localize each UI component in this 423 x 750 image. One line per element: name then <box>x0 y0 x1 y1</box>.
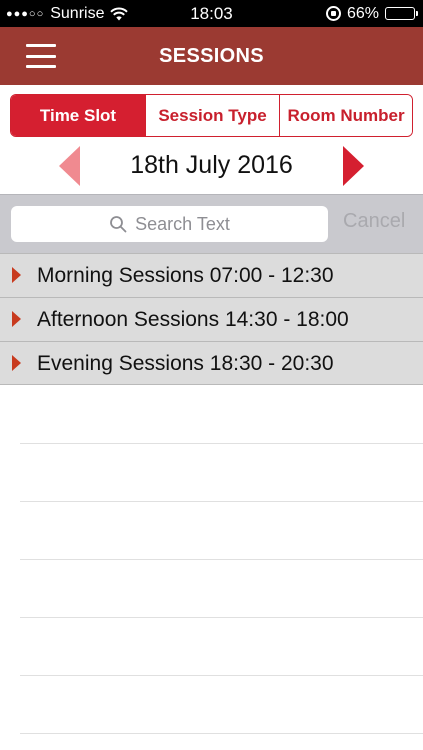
hamburger-menu-icon[interactable] <box>26 44 56 68</box>
empty-list-area <box>0 386 423 750</box>
session-row-afternoon[interactable]: Afternoon Sessions 14:30 - 18:00 <box>0 297 423 341</box>
row-divider <box>20 559 423 560</box>
row-divider <box>20 617 423 618</box>
expand-arrow-icon <box>12 267 21 283</box>
page-title: SESSIONS <box>159 44 264 67</box>
battery-percent: 66% <box>346 4 379 22</box>
menu-line <box>26 54 56 58</box>
date-selector: 18th July 2016 <box>0 143 423 189</box>
expand-arrow-icon <box>12 311 21 327</box>
status-right: 66% <box>325 0 418 27</box>
search-input[interactable]: Search Text <box>11 206 328 242</box>
row-divider <box>20 443 423 444</box>
navigation-bar: SESSIONS <box>0 27 423 85</box>
row-divider <box>20 675 423 676</box>
status-bar: ●●●○○ Sunrise 18:03 66% <box>0 0 423 27</box>
segment-time-slot[interactable]: Time Slot <box>11 95 145 136</box>
battery-icon <box>385 7 418 20</box>
filter-segmented-control: Time Slot Session Type Room Number <box>10 94 413 137</box>
next-date-arrow-icon[interactable] <box>343 146 364 186</box>
session-row-morning[interactable]: Morning Sessions 07:00 - 12:30 <box>0 253 423 297</box>
expand-arrow-icon <box>12 355 21 371</box>
menu-line <box>26 44 56 47</box>
session-list: Morning Sessions 07:00 - 12:30 Afternoon… <box>0 253 423 385</box>
row-divider <box>20 733 423 734</box>
segment-room-number[interactable]: Room Number <box>279 95 412 136</box>
session-label: Evening Sessions 18:30 - 20:30 <box>37 352 334 375</box>
segment-session-type[interactable]: Session Type <box>145 95 279 136</box>
session-label: Afternoon Sessions 14:30 - 18:00 <box>37 308 349 331</box>
menu-line <box>26 65 56 68</box>
search-placeholder: Search Text <box>135 213 230 234</box>
session-row-evening[interactable]: Evening Sessions 18:30 - 20:30 <box>0 341 423 385</box>
orientation-lock-icon <box>325 6 341 21</box>
cancel-button[interactable]: Cancel <box>343 210 405 233</box>
session-label: Morning Sessions 07:00 - 12:30 <box>37 264 334 287</box>
search-icon <box>110 216 127 233</box>
search-bar: Search Text Cancel <box>0 194 423 253</box>
row-divider <box>20 501 423 502</box>
